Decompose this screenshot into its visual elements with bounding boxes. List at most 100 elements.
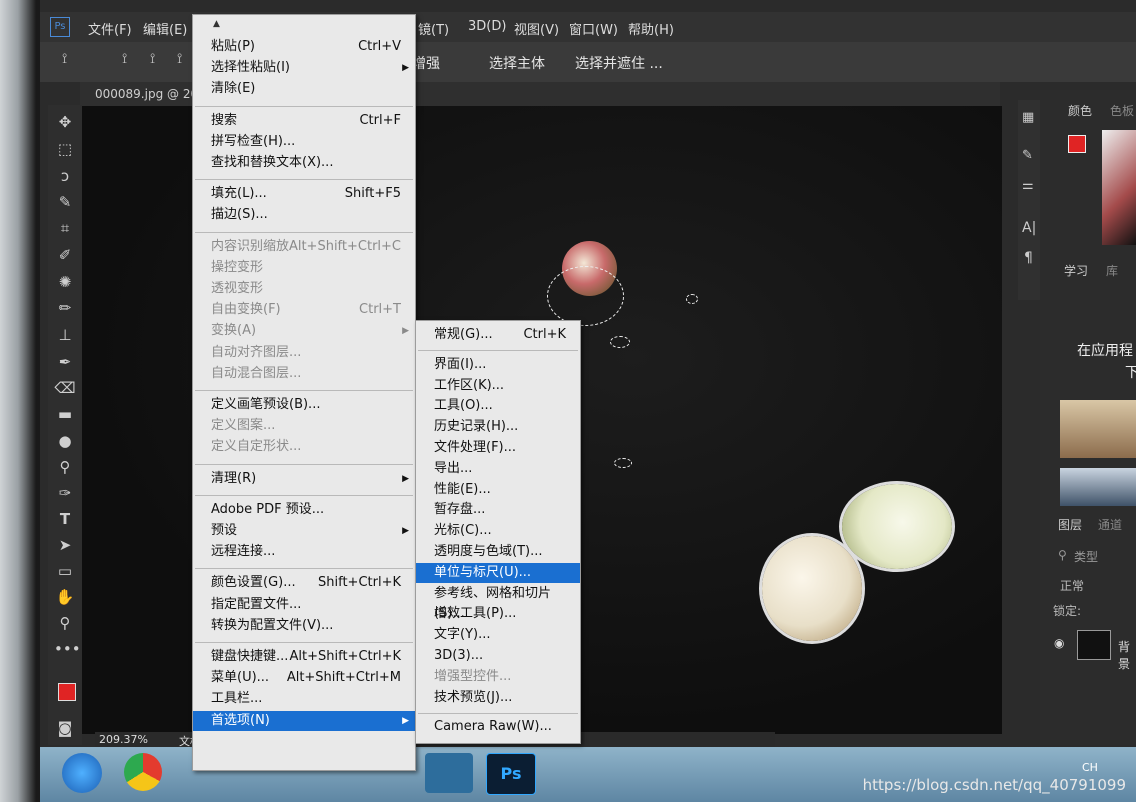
menu-item[interactable]: 描边(S)... [193, 205, 415, 225]
menu-item[interactable]: 指定配置文件... [193, 595, 415, 615]
menu-item[interactable]: 暂存盘... [416, 500, 580, 520]
document-tab[interactable]: 000089.jpg @ 20 [95, 87, 198, 101]
quick-select-tool-icon[interactable]: ✎ [54, 191, 76, 213]
menubar-item[interactable]: 编辑(E) [143, 19, 187, 38]
menu-item[interactable]: 搜索 Ctrl+F [193, 111, 415, 131]
menu-item[interactable]: 定义画笔预设(B)... [193, 395, 415, 415]
menu-item[interactable]: 历史记录(H)... [416, 417, 580, 437]
quick-mask-icon[interactable]: ◙ [54, 717, 76, 739]
menu-item[interactable]: 首选项(N) ▶ [193, 710, 415, 731]
stamp-tool-icon[interactable]: ⊥ [54, 324, 76, 346]
paragraph-panel-icon[interactable]: ¶ [1024, 250, 1033, 266]
history-panel-icon[interactable]: ▦ [1022, 110, 1034, 125]
menu-item[interactable]: 单位与标尺(U)... [416, 562, 580, 583]
color-tab[interactable]: 颜色 [1068, 102, 1092, 119]
menu-item[interactable]: 选择性粘贴(I) ▶ [193, 58, 415, 78]
foreground-color-swatch[interactable] [58, 683, 76, 701]
enhance-option[interactable]: 增强 [412, 53, 440, 73]
more-tools-icon[interactable]: ••• [54, 638, 81, 660]
layer-visibility-eye-icon[interactable]: ◉ [1054, 636, 1064, 650]
menu-item[interactable]: 工作区(K)... [416, 376, 580, 396]
chrome-icon[interactable] [124, 753, 162, 791]
tutorial-thumbnail[interactable] [1060, 468, 1136, 506]
menu-item[interactable]: 文字(Y)... [416, 625, 580, 645]
select-mask-button[interactable]: 选择并遮住 ... [575, 53, 663, 73]
layer-filter-input[interactable]: 类型 [1074, 548, 1098, 565]
monitor-app-icon[interactable] [425, 753, 473, 793]
ime-indicator[interactable]: CH [1082, 761, 1098, 774]
menu-item[interactable]: 光标(C)... [416, 521, 580, 541]
menubar-item[interactable]: 3D(D) [468, 19, 506, 34]
layers-tab[interactable]: 图层 [1058, 516, 1082, 533]
brush-panel-icon[interactable]: ✎ [1022, 148, 1033, 163]
library-tab[interactable]: 库 [1106, 262, 1118, 279]
menu-item[interactable]: 预设 ▶ [193, 521, 415, 541]
menu-item[interactable]: 增效工具(P)... [416, 604, 580, 624]
menubar-item[interactable]: 文件(F) [88, 19, 132, 38]
menu-item[interactable]: 性能(E)... [416, 480, 580, 500]
menu-item[interactable]: 透明度与色域(T)... [416, 542, 580, 562]
channels-tab[interactable]: 通道 [1098, 516, 1122, 533]
move-tool-icon[interactable]: ✥ [54, 111, 76, 133]
menu-item[interactable]: 键盘快捷键... Alt+Shift+Ctrl+K [193, 647, 415, 667]
menu-item[interactable]: 查找和替换文本(X)... [193, 153, 415, 173]
color-picker-field[interactable] [1102, 130, 1136, 245]
adjust-panel-icon[interactable]: ⚌ [1022, 178, 1034, 193]
menu-item[interactable]: 远程连接... [193, 542, 415, 562]
zoom-level[interactable]: 209.37% [99, 733, 148, 746]
menu-item[interactable]: 清除(E) [193, 79, 415, 99]
start-button[interactable] [62, 753, 102, 793]
menubar-item[interactable]: 帮助(H) [628, 19, 674, 38]
menu-item[interactable]: 常规(G)... Ctrl+K [416, 325, 580, 345]
brush-tool-icon[interactable]: ✏ [54, 297, 76, 319]
menu-item[interactable]: 清理(R) ▶ [193, 469, 415, 489]
menu-item[interactable]: 填充(L)... Shift+F5 [193, 184, 415, 204]
menu-item[interactable]: 3D(3)... [416, 646, 580, 666]
path-select-tool-icon[interactable]: ➤ [54, 534, 76, 556]
menu-item[interactable]: Adobe PDF 预设... [193, 500, 415, 520]
type-tool-icon[interactable]: T [54, 508, 76, 530]
add-selection-icon[interactable]: ⟟ [150, 51, 168, 69]
shape-tool-icon[interactable]: ▭ [54, 560, 76, 582]
gradient-tool-icon[interactable]: ▬ [54, 403, 76, 425]
menu-item[interactable]: 界面(I)... [416, 355, 580, 375]
menu-item[interactable]: 转换为配置文件(V)... [193, 616, 415, 636]
menubar-item[interactable]: 窗口(W) [569, 19, 618, 38]
blend-mode-select[interactable]: 正常 [1060, 577, 1084, 594]
tutorial-thumbnail[interactable] [1060, 400, 1136, 458]
quick-select-icon[interactable]: ⟟ [62, 51, 80, 69]
swatches-tab[interactable]: 色板 [1110, 102, 1134, 119]
menu-item[interactable]: 工具(O)... [416, 396, 580, 416]
learn-tab[interactable]: 学习 [1064, 262, 1088, 279]
pen-tool-icon[interactable]: ✑ [54, 482, 76, 504]
blur-tool-icon[interactable]: ● [54, 430, 76, 452]
menu-item[interactable]: 导出... [416, 459, 580, 479]
select-subject-button[interactable]: 选择主体 [489, 53, 545, 73]
menu-scroll-up-icon[interactable]: ▲ [213, 19, 220, 29]
zoom-tool-icon[interactable]: ⚲ [54, 612, 76, 634]
eraser-tool-icon[interactable]: ⌫ [54, 377, 76, 399]
panel-foreground-swatch[interactable] [1068, 135, 1086, 153]
new-selection-icon[interactable]: ⟟ [122, 51, 140, 69]
menu-item[interactable]: 拼写检查(H)... [193, 132, 415, 152]
crop-tool-icon[interactable]: ⌗ [54, 217, 76, 239]
lasso-tool-icon[interactable]: ↄ [54, 165, 76, 187]
menubar-item[interactable]: 镜(T) [418, 19, 449, 38]
menu-item[interactable]: Camera Raw(W)... [416, 717, 580, 737]
layer-thumbnail[interactable] [1077, 630, 1111, 660]
menu-item[interactable]: 技术预览(J)... [416, 688, 580, 708]
menubar-item[interactable]: 视图(V) [514, 19, 559, 38]
menu-item[interactable]: 颜色设置(G)... Shift+Ctrl+K [193, 573, 415, 593]
eyedropper-tool-icon[interactable]: ✐ [54, 244, 76, 266]
layer-name[interactable]: 背景 [1118, 638, 1136, 672]
marquee-tool-icon[interactable]: ⬚ [54, 138, 76, 160]
menu-item[interactable]: 文件处理(F)... [416, 438, 580, 458]
healing-tool-icon[interactable]: ✺ [54, 271, 76, 293]
menu-item[interactable]: 粘贴(P) Ctrl+V [193, 37, 415, 57]
hand-tool-icon[interactable]: ✋ [54, 586, 76, 608]
dodge-tool-icon[interactable]: ⚲ [54, 456, 76, 478]
menu-item[interactable]: 菜单(U)... Alt+Shift+Ctrl+M [193, 668, 415, 688]
character-panel-icon[interactable]: A| [1022, 220, 1036, 236]
photoshop-taskbar-icon[interactable]: Ps [486, 753, 536, 795]
menu-item[interactable]: 参考线、网格和切片(S)... [416, 584, 580, 621]
